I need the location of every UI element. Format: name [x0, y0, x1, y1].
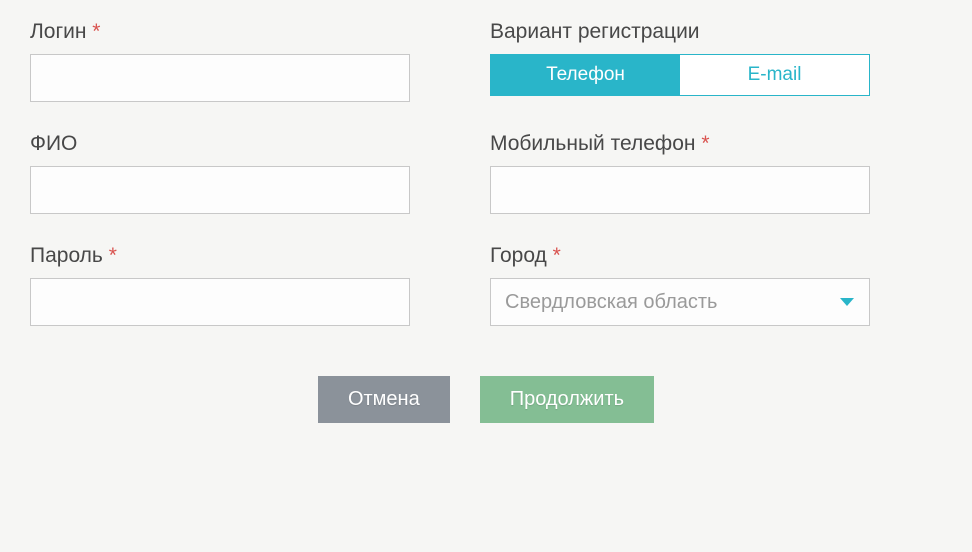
- password-label-text: Пароль: [30, 244, 103, 267]
- mobile-input[interactable]: [490, 166, 870, 214]
- mobile-label: Мобильный телефон *: [490, 132, 870, 156]
- fio-input[interactable]: [30, 166, 410, 214]
- password-label: Пароль *: [30, 244, 410, 268]
- required-marker: *: [701, 132, 709, 155]
- login-input[interactable]: [30, 54, 410, 102]
- city-label: Город *: [490, 244, 870, 268]
- required-marker: *: [92, 20, 100, 43]
- reg-variant-label-text: Вариант регистрации: [490, 20, 700, 43]
- reg-variant-label: Вариант регистрации: [490, 20, 870, 44]
- required-marker: *: [553, 244, 561, 267]
- login-label: Логин *: [30, 20, 410, 44]
- password-input[interactable]: [30, 278, 410, 326]
- fio-label: ФИО: [30, 132, 410, 156]
- city-label-text: Город: [490, 244, 547, 267]
- mobile-label-text: Мобильный телефон: [490, 132, 695, 155]
- toggle-phone[interactable]: Телефон: [491, 55, 680, 95]
- toggle-email[interactable]: E-mail: [680, 55, 869, 95]
- fio-label-text: ФИО: [30, 132, 77, 155]
- cancel-button[interactable]: Отмена: [318, 376, 450, 423]
- city-select[interactable]: Свердловская область: [490, 278, 870, 326]
- required-marker: *: [109, 244, 117, 267]
- login-label-text: Логин: [30, 20, 86, 43]
- reg-variant-toggle: Телефон E-mail: [490, 54, 870, 96]
- submit-button[interactable]: Продолжить: [480, 376, 654, 423]
- action-buttons: Отмена Продолжить: [30, 376, 942, 423]
- city-select-wrap: Свердловская область: [490, 278, 870, 326]
